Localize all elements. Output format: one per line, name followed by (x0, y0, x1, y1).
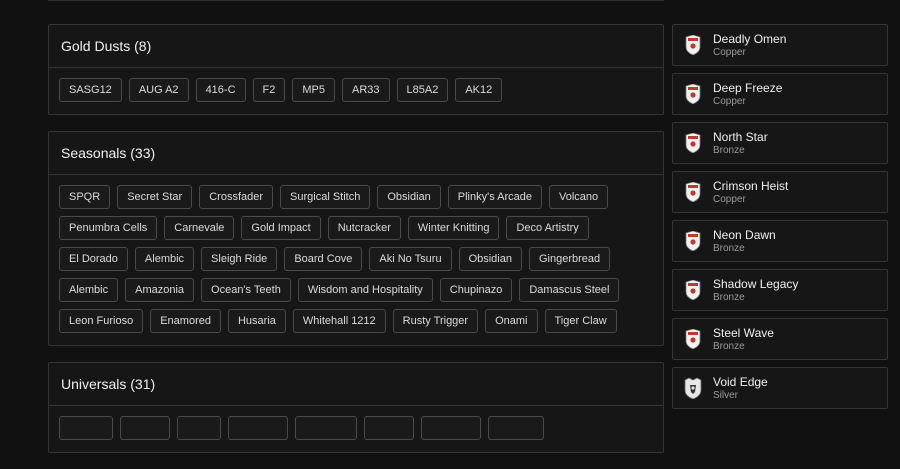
skin-chip[interactable]: Damascus Steel (519, 278, 620, 302)
charm-tier: Copper (713, 46, 746, 58)
shield-icon (673, 84, 713, 104)
skin-chip[interactable]: Deco Artistry (506, 216, 589, 240)
skin-chip[interactable]: Crossfader (199, 185, 274, 209)
skin-chip[interactable]: Surgical Stitch (280, 185, 371, 209)
skin-chip[interactable]: Board Cove (284, 247, 363, 271)
skin-chip[interactable] (488, 416, 544, 440)
charm-card[interactable]: North Star Bronze (672, 122, 888, 164)
section-title: Seasonals (33) (49, 132, 663, 175)
weapon-chip[interactable]: MP5 (292, 78, 335, 102)
skin-chip[interactable]: Gingerbread (528, 247, 611, 271)
weapon-chip[interactable]: AUG A2 (128, 78, 189, 102)
skin-chip[interactable]: Alembic (134, 247, 195, 271)
skin-chip[interactable]: Obsidian (458, 247, 522, 271)
charm-tier: Copper (713, 95, 746, 107)
charm-tier: Bronze (713, 144, 745, 156)
section-gold-dusts: Gold Dusts (8) SASG12 AUG A2 416-C F2 MP… (48, 24, 664, 115)
charm-card[interactable]: Steel Wave Bronze (672, 318, 888, 360)
skin-chip[interactable]: SPQR (59, 185, 111, 209)
skin-chip[interactable] (228, 416, 288, 440)
charm-tier: Copper (713, 193, 746, 205)
charm-name: Void Edge (713, 374, 768, 389)
charm-name: Steel Wave (713, 325, 774, 340)
skin-chip[interactable]: Gold Impact (241, 216, 321, 240)
skin-chip[interactable]: Aki No Tsuru (369, 247, 452, 271)
weapon-chip[interactable]: SASG12 (59, 78, 122, 102)
skin-chip[interactable]: Winter Knitting (407, 216, 500, 240)
skin-chip[interactable]: Ocean's Teeth (201, 278, 291, 302)
chip-list: SPQR Secret Star Crossfader Surgical Sti… (49, 175, 663, 345)
charm-name: Neon Dawn (713, 227, 776, 242)
skin-chip[interactable]: Volcano (549, 185, 609, 209)
weapon-chip[interactable]: AK12 (455, 78, 503, 102)
skin-chip[interactable]: Nutcracker (327, 216, 401, 240)
skin-chip[interactable]: Enamored (150, 309, 221, 333)
skin-chip[interactable]: Rusty Trigger (392, 309, 479, 333)
charm-card[interactable]: Shadow Legacy Bronze (672, 269, 888, 311)
charm-card[interactable]: Crimson Heist Copper (672, 171, 888, 213)
skin-chip[interactable]: Leon Furioso (59, 309, 144, 333)
charm-card[interactable]: Deep Freeze Copper (672, 73, 888, 115)
skin-chip[interactable]: Sleigh Ride (201, 247, 278, 271)
section-title: Gold Dusts (8) (49, 25, 663, 68)
charm-name: Crimson Heist (713, 178, 789, 193)
section-seasonals: Seasonals (33) SPQR Secret Star Crossfad… (48, 131, 664, 346)
skin-chip[interactable]: Carnevale (164, 216, 235, 240)
skin-chip[interactable] (364, 416, 414, 440)
weapon-chip[interactable]: 416-C (195, 78, 246, 102)
charm-name: Deadly Omen (713, 31, 787, 46)
skin-chip[interactable]: El Dorado (59, 247, 128, 271)
charm-tier: Bronze (713, 242, 745, 254)
section-universals: Universals (31) (48, 362, 664, 453)
skin-chip[interactable]: Tiger Claw (544, 309, 617, 333)
skin-chip[interactable] (59, 416, 113, 440)
charm-card[interactable]: Void Edge Silver (672, 367, 888, 409)
charm-name: North Star (713, 129, 768, 144)
weapon-chip[interactable]: L85A2 (396, 78, 449, 102)
charm-tier: Bronze (713, 340, 745, 352)
skin-chip[interactable]: Chupinazo (439, 278, 513, 302)
charm-name: Deep Freeze (713, 80, 783, 95)
skin-chip[interactable]: Alembic (59, 278, 119, 302)
skin-chip[interactable] (421, 416, 481, 440)
weapon-chip[interactable]: AR33 (342, 78, 390, 102)
charm-list: Deadly Omen Copper Deep Freeze Copper No… (672, 24, 888, 416)
silver-shield-icon (673, 377, 713, 399)
skin-chip[interactable] (120, 416, 170, 440)
charm-name: Shadow Legacy (713, 276, 799, 291)
skin-chip[interactable]: Plinky's Arcade (447, 185, 542, 209)
shield-icon (673, 182, 713, 202)
previous-panel-edge (48, 0, 664, 1)
skin-chip[interactable] (295, 416, 357, 440)
skin-chip[interactable]: Whitehall 1212 (292, 309, 386, 333)
shield-icon (673, 35, 713, 55)
skin-chip[interactable] (177, 416, 221, 440)
chip-list: SASG12 AUG A2 416-C F2 MP5 AR33 L85A2 AK… (49, 68, 663, 114)
skin-chip[interactable]: Penumbra Cells (59, 216, 158, 240)
shield-icon (673, 329, 713, 349)
charm-card[interactable]: Deadly Omen Copper (672, 24, 888, 66)
chip-list (49, 406, 663, 452)
shield-icon (673, 280, 713, 300)
skin-chip[interactable]: Husaria (227, 309, 286, 333)
skin-chip[interactable]: Onami (485, 309, 538, 333)
charm-card[interactable]: Neon Dawn Bronze (672, 220, 888, 262)
weapon-chip[interactable]: F2 (252, 78, 286, 102)
shield-icon (673, 133, 713, 153)
skin-chip[interactable]: Wisdom and Hospitality (297, 278, 433, 302)
charm-tier: Bronze (713, 291, 745, 303)
skins-sections: Gold Dusts (8) SASG12 AUG A2 416-C F2 MP… (48, 24, 664, 469)
shield-icon (673, 231, 713, 251)
skin-chip[interactable]: Secret Star (117, 185, 193, 209)
skin-chip[interactable]: Obsidian (377, 185, 441, 209)
skin-chip[interactable]: Amazonia (125, 278, 195, 302)
